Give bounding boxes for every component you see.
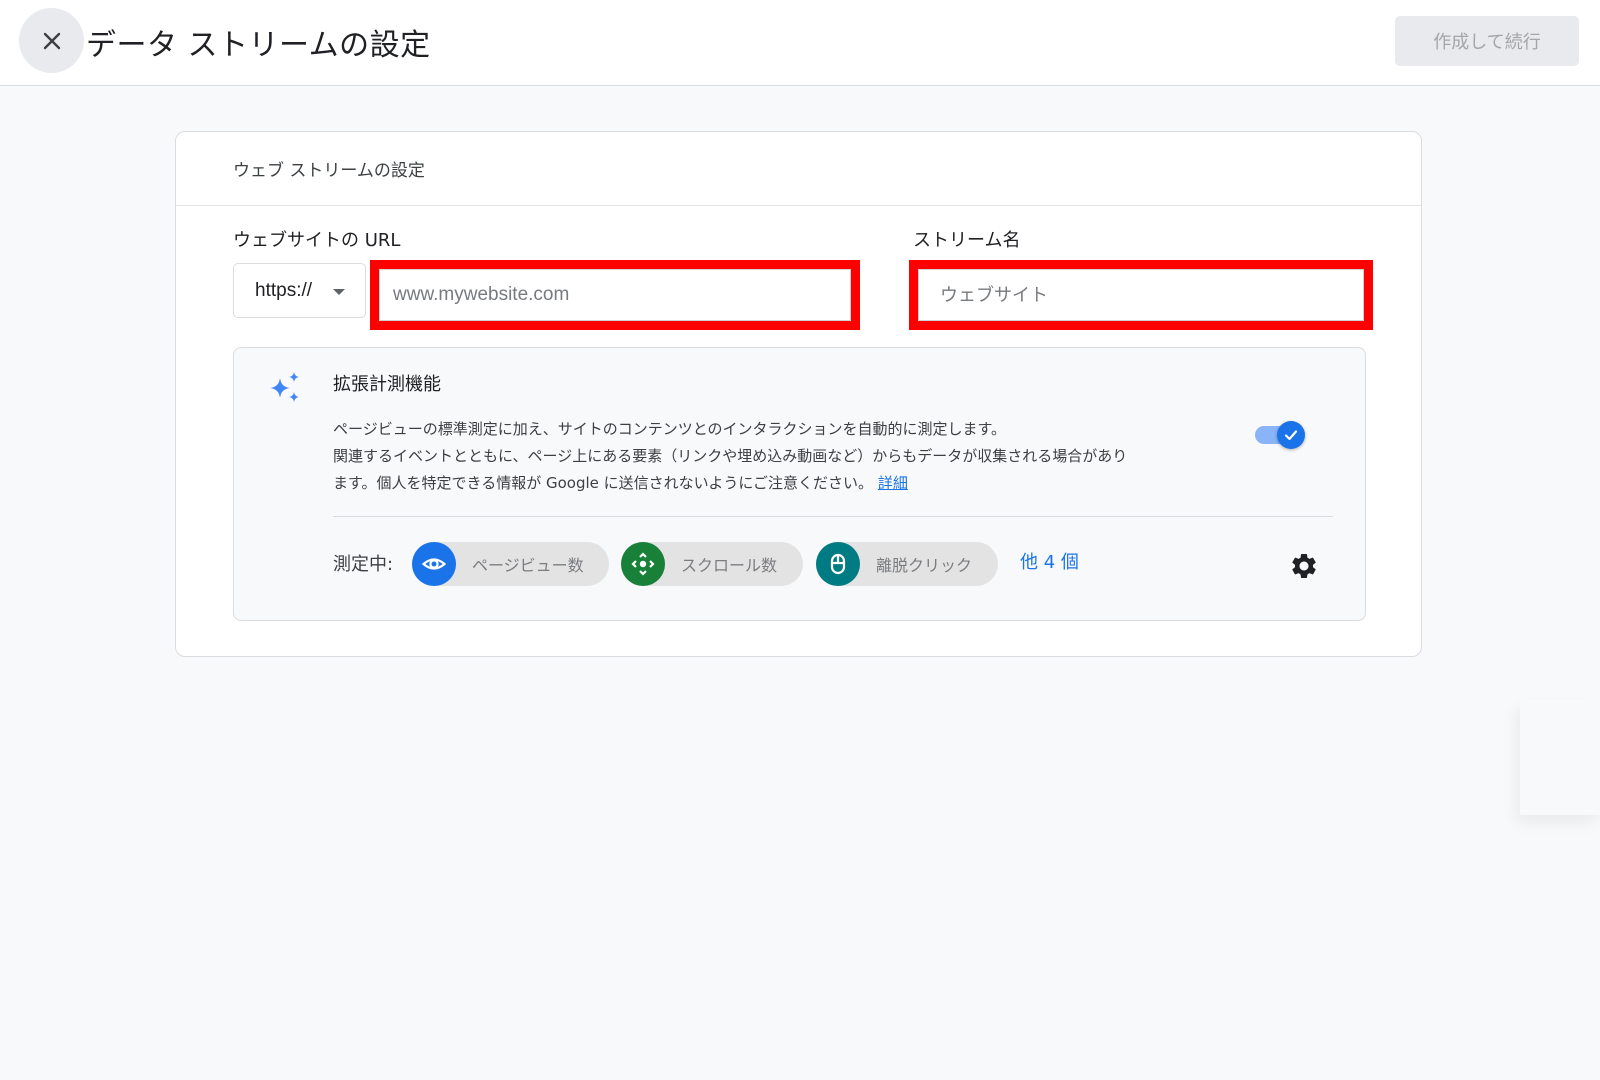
protocol-value: https:// [255,279,313,301]
description-text: ます。個人を特定できる情報が Google に送信されないようにご注意ください。 [333,474,874,492]
stream-name-label: ストリーム名 [913,230,1021,251]
top-app-bar: データ ストリームの設定 作成して続行 [0,0,1600,86]
chip-page-views[interactable]: ページビュー数 [412,542,609,586]
website-url-input[interactable] [393,284,850,306]
chip-label: 離脱クリック [876,556,973,575]
mouse-icon [816,542,860,586]
enhanced-measurement-title: 拡張計測機能 [333,374,441,395]
scroll-arrows-icon [621,542,665,586]
url-input-box [379,269,851,321]
description-line: ページビューの標準測定に加え、サイトのコンテンツとのインタラクションを自動的に測… [333,420,1007,438]
chip-outbound-clicks[interactable]: 離脱クリック [816,542,998,586]
chip-label: スクロール数 [681,556,778,575]
chip-label: ページビュー数 [472,556,584,575]
website-url-label: ウェブサイトの URL [233,230,401,251]
sparkle-icon [270,372,299,402]
close-icon [43,32,60,49]
gear-icon[interactable] [1289,551,1319,581]
side-panel-edge [1520,700,1600,815]
measuring-label: 測定中: [333,554,394,575]
protocol-dropdown[interactable]: https:// [233,263,366,318]
url-input-highlight [370,260,860,330]
eye-icon [412,542,456,586]
check-icon [1284,430,1298,441]
create-and-continue-button[interactable]: 作成して続行 [1395,16,1579,66]
card-title: ウェブ ストリームの設定 [176,132,1421,206]
chip-scrolls[interactable]: スクロール数 [621,542,803,586]
stream-name-input-highlight [909,260,1373,330]
enhanced-measurement-panel: 拡張計測機能 ページビューの標準測定に加え、サイトのコンテンツとのインタラクショ… [233,347,1366,621]
learn-more-link[interactable]: 詳細 [878,474,908,492]
enhanced-measurement-toggle[interactable] [1255,421,1305,449]
toggle-thumb [1277,421,1305,449]
stream-name-input[interactable] [932,284,1363,306]
description-line: 関連するイベントとともに、ページ上にある要素（リンクや埋め込み動画など）からもデ… [333,447,1128,465]
description-line: ます。個人を特定できる情報が Google に送信されないようにご注意ください。… [333,470,1233,497]
close-button[interactable] [19,8,84,73]
dropdown-caret-icon [333,289,345,295]
page-title: データ ストリームの設定 [86,28,431,63]
web-stream-settings-card: ウェブ ストリームの設定 ウェブサイトの URL https:// ストリーム名… [175,131,1422,657]
divider [333,516,1333,517]
stream-name-input-box [918,269,1364,321]
more-events-link[interactable]: 他 4 個 [1020,548,1079,574]
enhanced-measurement-description: ページビューの標準測定に加え、サイトのコンテンツとのインタラクションを自動的に測… [333,416,1233,497]
